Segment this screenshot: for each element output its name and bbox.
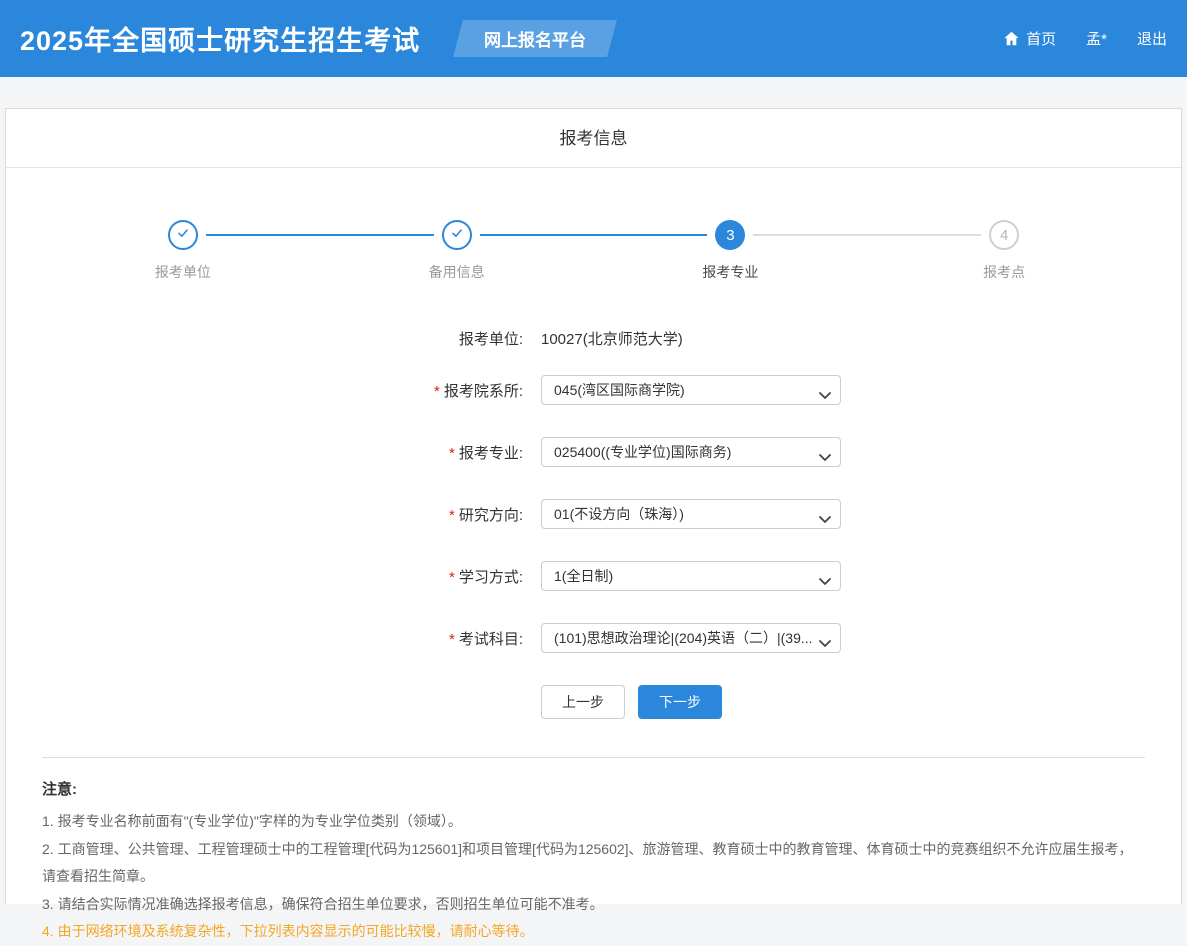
form-row-research-direction: *研究方向: 01(不设方向（珠海）) [6, 499, 1181, 529]
step-report-major: 3 报考专业 [594, 220, 868, 298]
required-mark: * [449, 569, 455, 586]
research-direction-label: *研究方向: [6, 504, 523, 525]
study-mode-select-value: 1(全日制) [554, 566, 613, 586]
notice-item-3: 3. 请结合实际情况准确选择报考信息，确保符合招生单位要求，否则招生单位可能不准… [42, 891, 1145, 919]
form-row-department: *报考院系所: 045(湾区国际商学院) [6, 375, 1181, 405]
exam-subjects-select[interactable]: (101)思想政治理论|(204)英语（二）|(39... [541, 623, 841, 653]
notice-section: 注意: 1. 报考专业名称前面有"(专业学位)"字样的为专业学位类别（领域）。 … [42, 778, 1145, 946]
notice-item-2: 2. 工商管理、公共管理、工程管理硕士中的工程管理[代码为125601]和项目管… [42, 836, 1145, 891]
step-backup-info: 备用信息 [320, 220, 594, 298]
check-icon [176, 226, 190, 244]
study-mode-select[interactable]: 1(全日制) [541, 561, 841, 591]
step-connector-1-2 [206, 234, 434, 236]
form-actions: 上一步 下一步 [541, 685, 1181, 719]
form-row-unit: 报考单位: 10027(北京师范大学) [6, 328, 1181, 349]
study-mode-label: *学习方式: [6, 566, 523, 587]
step-1-circle [168, 220, 198, 250]
home-icon [1003, 30, 1020, 47]
step-3-circle: 3 [715, 220, 745, 250]
step-connector-2-3 [480, 234, 708, 236]
department-select[interactable]: 045(湾区国际商学院) [541, 375, 841, 405]
major-select[interactable]: 025400((专业学位)国际商务) [541, 437, 841, 467]
notice-divider [42, 757, 1145, 758]
step-indicator: 报考单位 备用信息 3 报考专业 4 报考点 [46, 220, 1141, 298]
step-1-label: 报考单位 [155, 262, 211, 282]
step-4-circle: 4 [989, 220, 1019, 250]
step-exam-site: 4 报考点 [867, 220, 1141, 298]
chevron-down-icon [819, 449, 831, 467]
department-label: *报考院系所: [6, 380, 523, 401]
research-direction-select[interactable]: 01(不设方向（珠海）) [541, 499, 841, 529]
exam-subjects-label: *考试科目: [6, 628, 523, 649]
form-row-exam-subjects: *考试科目: (101)思想政治理论|(204)英语（二）|(39... [6, 623, 1181, 653]
header-nav: 首页 孟* 退出 [973, 28, 1167, 49]
nav-user-menu[interactable]: 孟* [1086, 28, 1107, 49]
notice-title: 注意: [42, 778, 1145, 799]
chevron-down-icon [819, 635, 831, 653]
step-connector-3-4 [753, 234, 981, 236]
step-2-circle [442, 220, 472, 250]
research-direction-select-value: 01(不设方向（珠海）) [554, 504, 684, 524]
unit-value: 10027(北京师范大学) [541, 328, 683, 349]
chevron-down-icon [819, 511, 831, 529]
previous-step-button[interactable]: 上一步 [541, 685, 625, 719]
major-select-value: 025400((专业学位)国际商务) [554, 442, 731, 462]
major-label: *报考专业: [6, 442, 523, 463]
application-form: 报考单位: 10027(北京师范大学) *报考院系所: 045(湾区国际商学院)… [6, 298, 1181, 719]
nav-home-link[interactable]: 首页 [1003, 28, 1056, 49]
chevron-down-icon [819, 573, 831, 591]
step-report-unit: 报考单位 [46, 220, 320, 298]
required-mark: * [449, 631, 455, 648]
unit-label: 报考单位: [6, 328, 523, 349]
department-select-value: 045(湾区国际商学院) [554, 380, 685, 400]
check-icon [450, 226, 464, 244]
notice-item-1: 1. 报考专业名称前面有"(专业学位)"字样的为专业学位类别（领域）。 [42, 808, 1145, 836]
required-mark: * [449, 445, 455, 462]
step-4-label: 报考点 [983, 262, 1025, 282]
platform-badge: 网上报名平台 [453, 20, 617, 57]
app-title: 2025年全国硕士研究生招生考试 [20, 19, 420, 58]
chevron-down-icon [819, 387, 831, 405]
required-mark: * [449, 507, 455, 524]
notice-item-4: 4. 由于网络环境及系统复杂性，下拉列表内容显示的可能比较慢，请耐心等待。 [42, 918, 1145, 946]
step-3-label: 报考专业 [702, 262, 758, 282]
form-row-study-mode: *学习方式: 1(全日制) [6, 561, 1181, 591]
content-card: 报考信息 报考单位 备用信息 3 报考专业 4 [5, 108, 1182, 904]
next-step-button[interactable]: 下一步 [638, 685, 722, 719]
app-header: 2025年全国硕士研究生招生考试 网上报名平台 首页 孟* 退出 [0, 0, 1187, 77]
page-title: 报考信息 [6, 109, 1181, 168]
form-row-major: *报考专业: 025400((专业学位)国际商务) [6, 437, 1181, 467]
nav-logout-link[interactable]: 退出 [1137, 28, 1167, 49]
step-2-label: 备用信息 [429, 262, 485, 282]
exam-subjects-select-value: (101)思想政治理论|(204)英语（二）|(39... [554, 628, 812, 648]
nav-home-label: 首页 [1026, 28, 1056, 49]
required-mark: * [434, 383, 440, 400]
platform-badge-label: 网上报名平台 [484, 26, 586, 51]
